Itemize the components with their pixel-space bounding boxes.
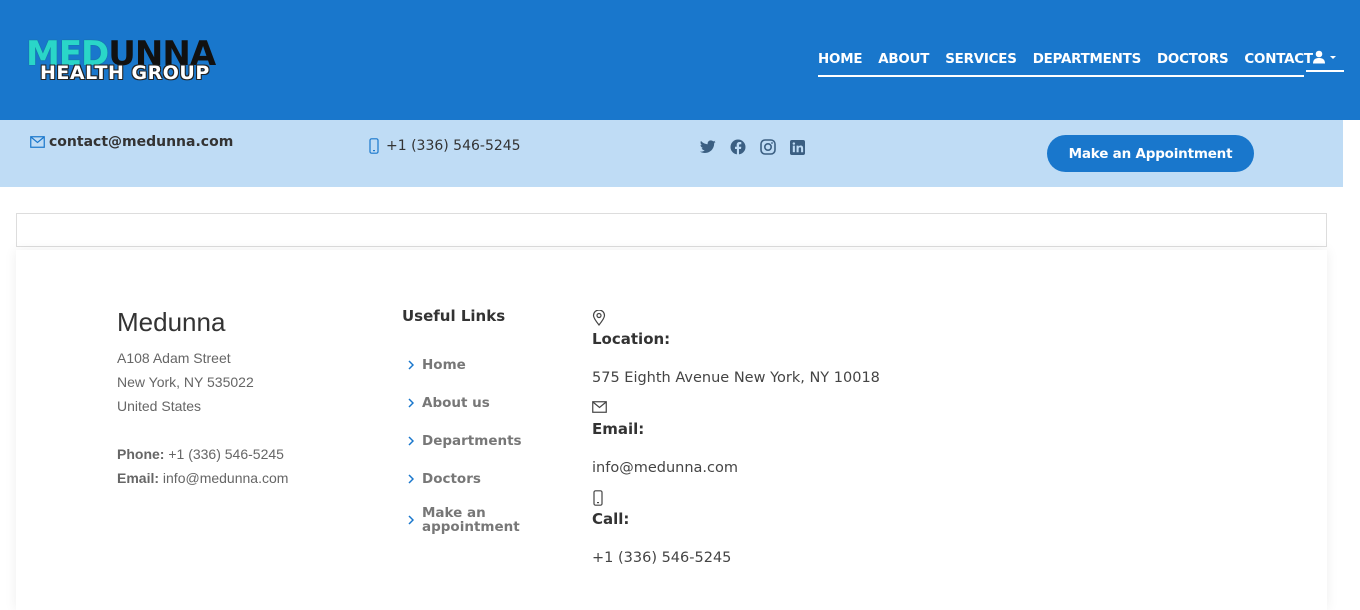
phone-icon (369, 138, 379, 154)
list-item: Home (402, 346, 572, 384)
email-info: Email: info@medunna.com (592, 400, 992, 478)
footer-address: A108 Adam Street New York, NY 535022 Uni… (117, 346, 367, 418)
map-pin-icon (592, 309, 606, 326)
nav-underline (818, 75, 1304, 77)
email-value: info@medunna.com (162, 470, 289, 486)
list-item: Make an appointment (402, 498, 572, 542)
linkedin-icon[interactable] (790, 138, 820, 156)
address-line: New York, NY 535022 (117, 374, 254, 390)
address-line: A108 Adam Street (117, 350, 231, 366)
nav-about[interactable]: ABOUT (878, 50, 929, 70)
topbar-email-text: contact@medunna.com (49, 134, 234, 150)
list-item: About us (402, 384, 572, 422)
useful-links-list: Home About us Departments Doctors Make a… (402, 346, 572, 542)
footer-link-about[interactable]: About us (422, 396, 490, 410)
envelope-icon (30, 136, 45, 148)
chevron-right-icon (408, 398, 414, 408)
phone-value: +1 (336) 546-5245 (168, 446, 284, 462)
footer-link-departments[interactable]: Departments (422, 434, 522, 448)
footer-brand: Medunna (117, 307, 226, 337)
location-value: 575 Eighth Avenue New York, NY 10018 (592, 370, 880, 386)
location-title: Location: (592, 330, 671, 348)
email-label: Email: (117, 470, 160, 486)
chevron-right-icon (408, 360, 414, 370)
chevron-down-icon (1330, 56, 1336, 59)
useful-links-column: Useful Links Home About us Departments D… (402, 306, 572, 542)
social-links (700, 138, 820, 156)
email-title: Email: (592, 420, 645, 438)
phone-icon (593, 490, 603, 506)
user-icon (1313, 50, 1325, 64)
email-info-value: info@medunna.com (592, 460, 738, 476)
list-item: Doctors (402, 460, 572, 498)
make-appointment-button[interactable]: Make an Appointment (1047, 135, 1254, 172)
list-item: Departments (402, 422, 572, 460)
nav-contact[interactable]: CONTACT (1244, 50, 1313, 70)
instagram-icon[interactable] (760, 138, 790, 156)
topbar-phone[interactable]: +1 (336) 546-5245 (368, 138, 521, 154)
location-info: Location: 575 Eighth Avenue New York, NY… (592, 309, 992, 388)
phone-label: Phone: (117, 446, 165, 462)
topbar-email[interactable]: contact@medunna.com (30, 134, 233, 150)
twitter-icon[interactable] (700, 138, 730, 156)
nav-departments[interactable]: DEPARTMENTS (1033, 50, 1142, 70)
footer-email: Email: info@medunna.com (117, 466, 367, 490)
call-title: Call: (592, 510, 630, 528)
nav-services[interactable]: SERVICES (945, 50, 1017, 70)
chevron-right-icon (408, 515, 414, 525)
main-nav: HOME ABOUT SERVICES DEPARTMENTS DOCTORS … (818, 50, 1329, 70)
topbar-phone-text: +1 (336) 546-5245 (386, 138, 521, 154)
user-menu-dropdown[interactable] (1306, 50, 1344, 72)
footer-phone: Phone: +1 (336) 546-5245 (117, 442, 367, 466)
call-value: +1 (336) 546-5245 (592, 550, 732, 566)
call-info: Call: +1 (336) 546-5245 (592, 490, 992, 568)
footer-link-home[interactable]: Home (422, 358, 466, 372)
chevron-right-icon (408, 436, 414, 446)
footer-link-doctors[interactable]: Doctors (422, 472, 481, 486)
content-placeholder (16, 213, 1327, 247)
envelope-icon (592, 401, 607, 413)
logo-subtitle: HEALTH GROUP (40, 62, 210, 84)
nav-home[interactable]: HOME (818, 50, 862, 70)
address-line: United States (117, 398, 202, 414)
footer-contact-details: Phone: +1 (336) 546-5245 Email: info@med… (117, 442, 367, 490)
footer-contact-column: Medunna A108 Adam Street New York, NY 53… (117, 306, 367, 490)
facebook-icon[interactable] (730, 138, 760, 156)
contact-info-column: Location: 575 Eighth Avenue New York, NY… (592, 309, 992, 580)
footer-link-appointment[interactable]: Make an appointment (422, 506, 522, 534)
nav-doctors[interactable]: DOCTORS (1157, 50, 1229, 70)
logo[interactable]: MEDUNNA HEALTH GROUP (26, 34, 316, 88)
useful-links-title: Useful Links (402, 307, 506, 325)
chevron-right-icon (408, 474, 414, 484)
